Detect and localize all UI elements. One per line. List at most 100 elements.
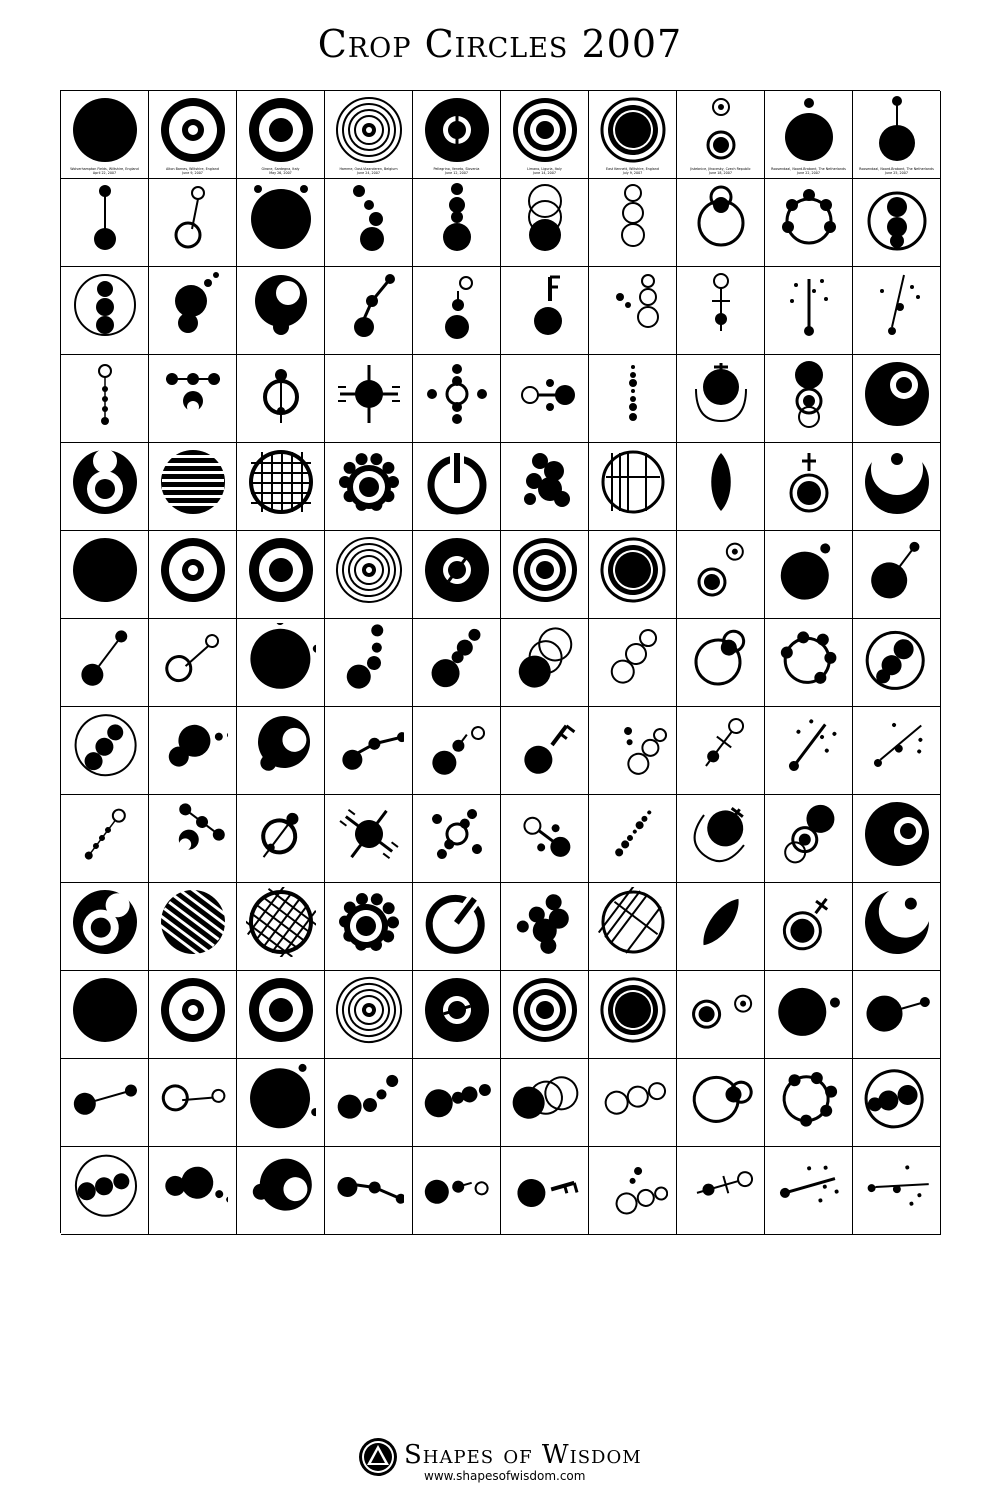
crop-circle-icon: [354, 274, 395, 337]
crop-circle-cell: [677, 531, 765, 619]
crop-circle-cell: [149, 1059, 237, 1147]
crop-circle-icon: [425, 893, 485, 954]
crop-circle-cell: [413, 795, 501, 883]
crop-circle-cell: [237, 355, 325, 443]
crop-circle-cell: [765, 971, 853, 1059]
crop-circle-cell: Jistebnice, Jihocesky, Czech Republic Jun…: [677, 91, 765, 179]
crop-circle-cell: [677, 443, 765, 531]
crop-circle-cell: [765, 707, 853, 795]
crop-circle-cell: [853, 531, 941, 619]
crop-circle-icon: [339, 893, 399, 951]
crop-circle-cell: [413, 971, 501, 1059]
crop-circle-icon: [516, 894, 569, 954]
crop-circle-cell: [765, 619, 853, 707]
crop-circle-icon: [346, 624, 384, 689]
crop-circle-cell: [237, 1059, 325, 1147]
crop-circle-icon: [712, 273, 730, 331]
crop-circle-icon: [795, 361, 823, 428]
crop-circle-icon: [445, 276, 473, 339]
crop-circle-icon: [784, 804, 835, 864]
crop-circle-cell: Girone, Sardegna, Italy May 26, 2007: [237, 91, 325, 179]
crop-circle-icon: [610, 629, 658, 684]
crop-circle-cell: [149, 1147, 237, 1235]
crop-circle-icon: [161, 978, 225, 1042]
crop-circle-icon: [166, 373, 220, 413]
crop-circle-icon: [249, 98, 313, 162]
crop-circle-cell: [853, 267, 941, 355]
crop-circle-icon: [178, 803, 225, 851]
crop-circle-cell: [501, 531, 589, 619]
crop-circle-cell: [413, 355, 501, 443]
crop-circle-cell: [325, 1059, 413, 1147]
brand-url: www.shapesofwisdom.com: [424, 1469, 586, 1483]
crop-circle-cell: [237, 619, 325, 707]
crop-circle-cell: Limano, Liguria, Italy June 14, 2007: [501, 91, 589, 179]
crop-circle-icon: [695, 363, 747, 423]
crop-circle-caption: Hamme, Oost-Vlaanderen, Belgium June 24, …: [326, 167, 411, 175]
crop-circle-cell: East Kennett, Wiltshire, England July 9, …: [589, 91, 677, 179]
crop-circle-icon: [865, 802, 929, 866]
crop-circle-icon: [621, 184, 645, 247]
crop-circle-icon: [692, 1075, 753, 1123]
crop-circle-icon: [879, 96, 915, 161]
crop-circle-cell: [237, 531, 325, 619]
crop-circle-cell: [677, 795, 765, 883]
crop-circle-caption: Girone, Sardegna, Italy May 26, 2007: [238, 167, 323, 175]
crop-circle-icon: [427, 451, 487, 515]
crop-circle-cell: Hamme, Oost-Vlaanderen, Belgium June 24, …: [325, 91, 413, 179]
crop-circle-cell: [413, 883, 501, 971]
crop-circle-icon: [782, 1072, 838, 1127]
crop-circle-icon: [705, 718, 745, 767]
crop-circle-caption: Roosendaal, Noord-Brabant, The Netherlan…: [854, 167, 939, 175]
crop-circle-icon: [74, 714, 137, 777]
crop-circle-icon: [696, 1171, 754, 1196]
crop-circle-icon: [524, 724, 576, 774]
crop-circle-icon: [788, 719, 837, 771]
crop-circle-cell: [853, 355, 941, 443]
crop-circle-cell: [765, 883, 853, 971]
crop-circle-cell: [413, 619, 501, 707]
crop-circle-icon: [94, 185, 116, 250]
crop-circle-cell: [61, 971, 149, 1059]
crop-circle-icon: [600, 97, 666, 163]
crop-circle-cell: [589, 355, 677, 443]
crop-circle-icon: [604, 1082, 667, 1115]
caption-date: June 25, 2007: [885, 171, 908, 175]
crop-circle-cell: [765, 267, 853, 355]
crop-circle-icon: [84, 808, 126, 860]
crop-circle-icon: [443, 183, 471, 251]
crop-circle-cell: [589, 707, 677, 795]
crop-circle-cell: Alton Barnes, Wiltshire, England June 9, …: [149, 91, 237, 179]
crop-circle-icon: [615, 810, 652, 857]
crop-circle-icon: [790, 279, 828, 336]
crop-circle-icon: [513, 978, 577, 1042]
crop-circle-icon: [337, 1176, 404, 1204]
crop-circle-icon: [174, 186, 205, 249]
crop-circle-cell: [589, 531, 677, 619]
page-title: Crop Circles 2007: [317, 22, 683, 66]
crop-circle-caption: Limano, Liguria, Italy June 14, 2007: [502, 167, 587, 175]
crop-circle-caption: Wolverhampton Fields, Wiltshire, England…: [62, 167, 147, 175]
crop-circle-icon: [74, 1154, 137, 1217]
crop-circle-icon: [780, 631, 837, 684]
crop-circle-cell: [413, 179, 501, 267]
crop-circle-icon: [81, 630, 128, 686]
crop-circle-cell: [149, 971, 237, 1059]
crop-circle-cell: [501, 1059, 589, 1147]
crop-circle-cell: [325, 267, 413, 355]
crop-circle-icon: [624, 726, 668, 775]
crop-circle-cell: [589, 1059, 677, 1147]
crop-circle-icon: [694, 629, 746, 686]
crop-circle-cell: [61, 179, 149, 267]
brand-name: Shapes of Wisdom: [404, 1440, 642, 1470]
crop-circle-cell: [765, 355, 853, 443]
crop-circle-cell: [413, 531, 501, 619]
crop-circle-caption: Jistebnice, Jihocesky, Czech Republic Jun…: [678, 167, 763, 175]
crop-circle-cell: [677, 883, 765, 971]
crop-circle-icon: [864, 1069, 924, 1129]
crop-circle-cell: [237, 971, 325, 1059]
crop-circle-icon: [425, 538, 489, 602]
crop-circle-cell: [237, 267, 325, 355]
crop-circle-cell: [325, 883, 413, 971]
crop-circle-cell: [149, 619, 237, 707]
